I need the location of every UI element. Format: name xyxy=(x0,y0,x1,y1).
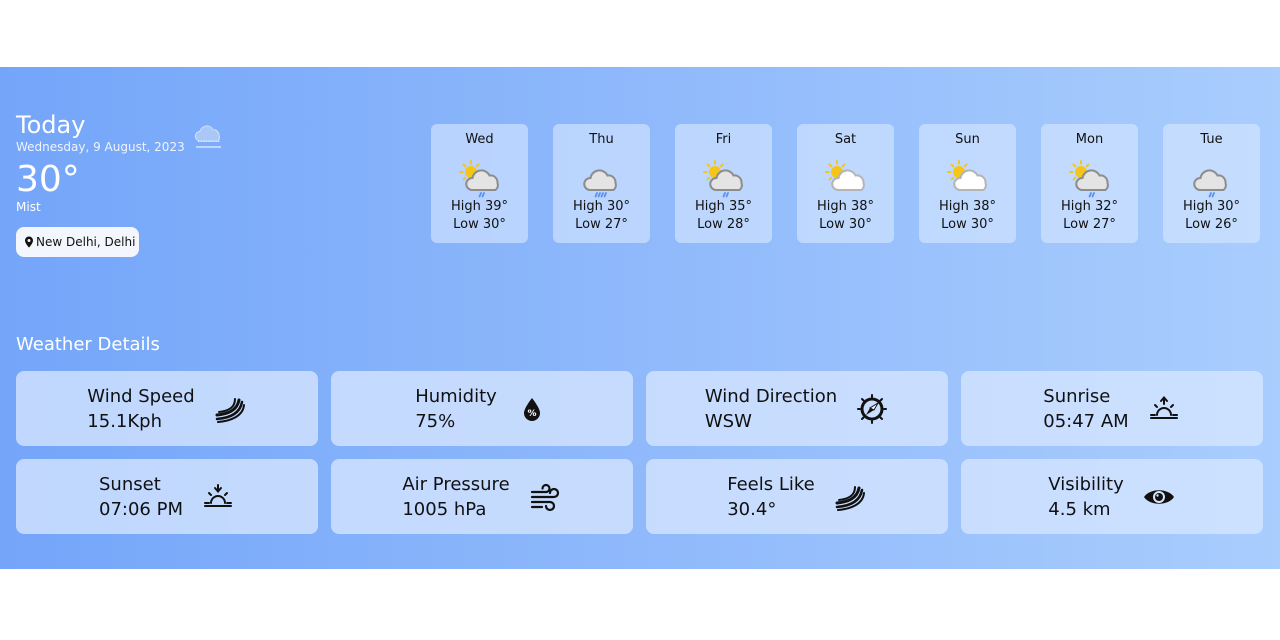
weather-details-title: Weather Details xyxy=(16,334,160,355)
detail-label: Sunset xyxy=(99,473,161,495)
forecast-high: High 30° xyxy=(1182,199,1241,214)
detail-label: Humidity xyxy=(415,385,497,407)
mist-cloud-icon xyxy=(194,125,221,148)
detail-card-feels-like: Feels Like 30.4° xyxy=(646,459,948,534)
eye-icon xyxy=(1143,489,1174,504)
forecast-low: Low 30° xyxy=(819,217,872,232)
sun-cloud-light-rain-icon xyxy=(1067,158,1113,198)
forecast-day[interactable]: Thu High 30° Low 27° xyxy=(553,124,650,243)
cloud-light-rain-icon xyxy=(1189,158,1235,198)
current-condition: Mist xyxy=(16,200,41,214)
humidity-drop-icon xyxy=(523,397,540,421)
detail-card-visibility: Visibility 4.5 km xyxy=(961,459,1263,534)
partly-cloudy-icon xyxy=(945,158,991,198)
detail-value: 30.4° xyxy=(727,498,777,520)
detail-label: Sunrise xyxy=(1043,385,1111,407)
forecast-day[interactable]: Sat High 38° Low 30° xyxy=(797,124,894,243)
detail-value: WSW xyxy=(704,410,752,432)
detail-card-wind-direction: Wind Direction WSW xyxy=(646,371,948,446)
detail-value: 07:06 PM xyxy=(99,498,183,520)
forecast-low: Low 28° xyxy=(697,217,750,232)
forecast-low: Low 27° xyxy=(575,217,628,232)
forecast-high: High 30° xyxy=(572,199,631,214)
detail-card-air-pressure: Air Pressure 1005 hPa xyxy=(331,459,633,534)
forecast-low: Low 27° xyxy=(1063,217,1116,232)
forecast-high: High 35° xyxy=(694,199,753,214)
map-pin-icon xyxy=(25,236,33,248)
forecast-day[interactable]: Sun High 38° Low 30° xyxy=(919,124,1016,243)
detail-card-sunrise: Sunrise 05:47 AM xyxy=(961,371,1263,446)
location-text: New Delhi, Delhi xyxy=(36,235,136,249)
forecast-list: Wed High 39° Low 30° Thu High 30° Low 27… xyxy=(431,124,1260,243)
detail-label: Wind Speed xyxy=(87,385,195,407)
detail-value: 75% xyxy=(415,410,456,432)
air-pressure-icon xyxy=(530,483,559,511)
detail-label: Air Pressure xyxy=(402,473,510,495)
compass-icon xyxy=(856,393,888,424)
detail-value: 05:47 AM xyxy=(1043,410,1129,432)
forecast-day-name: Mon xyxy=(1075,132,1104,147)
partly-cloudy-icon xyxy=(823,158,869,198)
cloud-rain-icon xyxy=(579,158,625,198)
detail-value: 15.1Kph xyxy=(87,410,163,432)
detail-label: Wind Direction xyxy=(704,385,838,407)
forecast-day[interactable]: Fri High 35° Low 28° xyxy=(675,124,772,243)
forecast-high: High 38° xyxy=(938,199,997,214)
sun-cloud-light-rain-icon xyxy=(457,158,503,198)
forecast-day[interactable]: Tue High 30° Low 26° xyxy=(1163,124,1260,243)
forecast-low: Low 30° xyxy=(453,217,506,232)
forecast-day-name: Fri xyxy=(715,132,732,147)
sunset-icon xyxy=(203,483,232,507)
forecast-low: Low 30° xyxy=(941,217,994,232)
forecast-day-name: Tue xyxy=(1200,132,1223,147)
sunrise-icon xyxy=(1149,396,1178,419)
today-date: Wednesday, 9 August, 2023 xyxy=(16,140,185,154)
forecast-day-name: Wed xyxy=(465,132,494,147)
today-title: Today xyxy=(16,111,86,139)
detail-card-humidity: Humidity 75% xyxy=(331,371,633,446)
detail-label: Visibility xyxy=(1048,473,1124,495)
weather-details-grid: Wind Speed 15.1Kph Humidity 75% Wind Dir… xyxy=(16,371,1263,534)
forecast-day[interactable]: Wed High 39° Low 30° xyxy=(431,124,528,243)
sun-cloud-light-rain-icon xyxy=(701,158,747,198)
forecast-high: High 39° xyxy=(450,199,509,214)
forecast-high: High 38° xyxy=(816,199,875,214)
detail-label: Feels Like xyxy=(727,473,815,495)
forecast-day[interactable]: Mon High 32° Low 27° xyxy=(1041,124,1138,243)
current-temperature: 30° xyxy=(16,159,80,200)
wind-icon xyxy=(835,485,866,511)
today-section: Today Wednesday, 9 August, 2023 30° Mist xyxy=(16,112,185,214)
detail-card-wind-speed: Wind Speed 15.1Kph xyxy=(16,371,318,446)
forecast-low: Low 26° xyxy=(1185,217,1238,232)
forecast-day-name: Thu xyxy=(589,132,614,147)
location-badge[interactable]: New Delhi, Delhi xyxy=(16,227,139,257)
detail-value: 4.5 km xyxy=(1048,498,1111,520)
forecast-day-name: Sat xyxy=(834,132,857,147)
wind-icon xyxy=(215,397,246,423)
detail-card-sunset: Sunset 07:06 PM xyxy=(16,459,318,534)
forecast-day-name: Sun xyxy=(955,132,980,147)
forecast-high: High 32° xyxy=(1060,199,1119,214)
detail-value: 1005 hPa xyxy=(402,498,487,520)
